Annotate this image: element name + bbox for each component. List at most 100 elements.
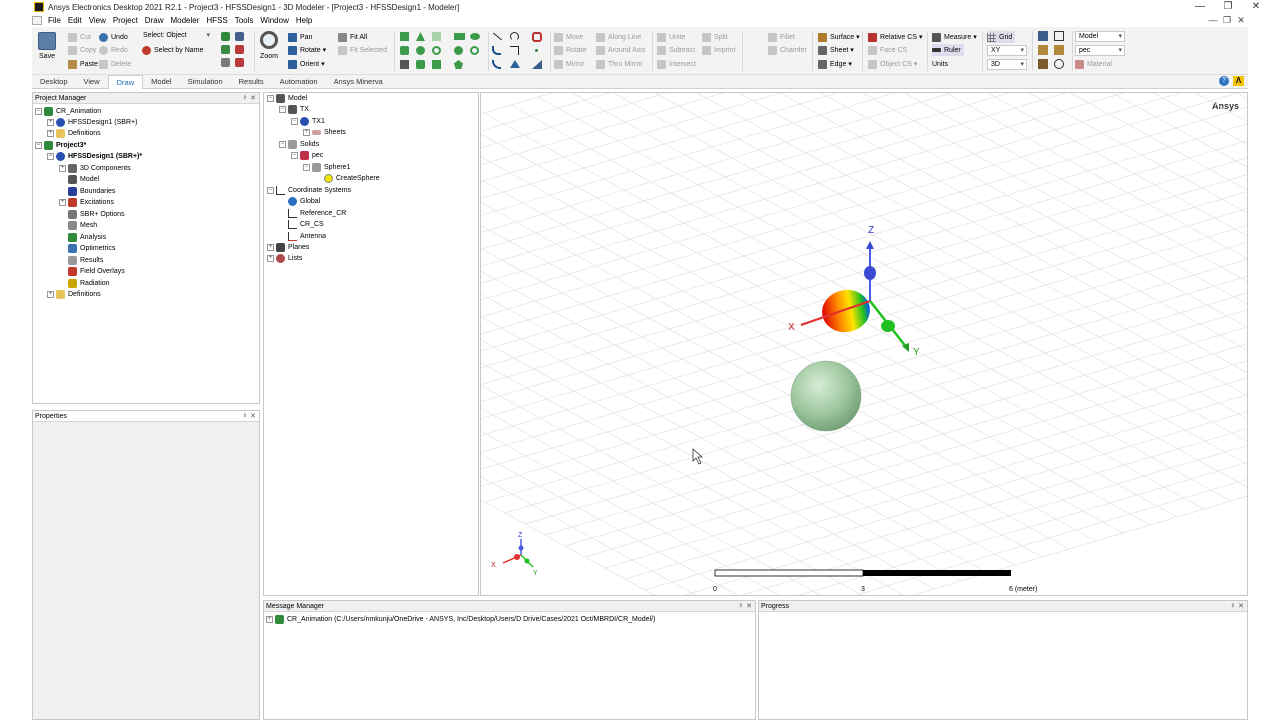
panel-controls[interactable]: ᵖ ✕ <box>740 601 752 612</box>
split-button[interactable]: Split <box>702 31 728 43</box>
zoom-button[interactable]: Zoom <box>260 31 278 60</box>
menu-project[interactable]: Project <box>113 16 138 25</box>
line-icon[interactable] <box>492 32 503 41</box>
panel-controls[interactable]: ᵖ ✕ <box>244 411 256 422</box>
rotate-view-button[interactable]: Rotate ▾ <box>288 44 326 56</box>
cut-button[interactable]: Cut <box>68 31 91 43</box>
copy-button[interactable]: Copy <box>68 44 96 56</box>
select-by-name-button[interactable]: Select by Name <box>142 44 203 56</box>
snap-edge-icon[interactable] <box>1038 45 1048 55</box>
tree-item-global[interactable]: Global <box>279 196 320 207</box>
radiation-pattern[interactable] <box>819 286 874 336</box>
collapse-icon[interactable]: − <box>291 118 298 125</box>
tree-item-tx1[interactable]: − TX1 <box>291 116 325 127</box>
maximize-button[interactable]: ❐ <box>1214 0 1242 14</box>
point-icon[interactable] <box>535 49 538 52</box>
spline-icon[interactable] <box>492 46 501 55</box>
expand-icon[interactable]: + <box>267 255 274 262</box>
mdi-close-button[interactable]: ✕ <box>1234 14 1248 27</box>
expand-icon[interactable]: + <box>47 130 54 137</box>
select-mode-dropdown[interactable]: Select: Object <box>140 31 212 42</box>
tree-item-project3[interactable]: − Project3* <box>35 140 86 151</box>
select-tool-icon[interactable] <box>221 45 230 54</box>
tab-model[interactable]: Model <box>143 75 179 89</box>
undo-button[interactable]: Undo <box>99 31 128 43</box>
tree-item-model[interactable]: Model <box>59 174 99 185</box>
polyhedron-icon[interactable] <box>416 60 425 69</box>
center-point-arc-icon[interactable] <box>492 60 501 69</box>
relative-cs-menu[interactable]: Relative CS ▾ <box>868 31 922 43</box>
select-tool-icon[interactable] <box>221 58 230 67</box>
move-button[interactable]: Move <box>554 31 583 43</box>
collapse-icon[interactable]: − <box>279 106 286 113</box>
menu-tools[interactable]: Tools <box>235 16 254 25</box>
sheet-menu[interactable]: Sheet ▾ <box>818 44 854 56</box>
imprint-button[interactable]: Imprint <box>702 44 735 56</box>
tree-item-3d-components[interactable]: +3D Components <box>59 163 131 174</box>
tree-item-reference-cr[interactable]: Reference_CR <box>279 208 346 219</box>
select-tool-icon[interactable] <box>221 32 230 41</box>
collapse-icon[interactable]: − <box>267 187 274 194</box>
tree-item-tx[interactable]: − TX <box>279 104 309 115</box>
tree-item-definitions[interactable]: + Definitions <box>47 128 101 139</box>
helix-icon[interactable] <box>432 32 441 41</box>
delete-button[interactable]: Delete <box>99 58 131 70</box>
menu-file[interactable]: File <box>48 16 61 25</box>
help-icon[interactable]: ? <box>1219 76 1229 86</box>
object-cs-menu[interactable]: Object CS ▾ <box>868 58 917 70</box>
cone-icon[interactable] <box>416 32 425 41</box>
snap-center-icon[interactable] <box>1038 59 1048 69</box>
expand-icon[interactable]: + <box>47 291 54 298</box>
mdi-minimize-button[interactable]: — <box>1206 14 1220 27</box>
tree-item-solids[interactable]: − Solids <box>279 139 319 150</box>
menu-view[interactable]: View <box>89 16 106 25</box>
box-icon[interactable] <box>400 32 409 41</box>
tree-item-model-root[interactable]: − Model <box>267 93 307 104</box>
tree-item-analysis[interactable]: Analysis <box>59 232 106 243</box>
arc-icon[interactable] <box>510 32 519 41</box>
select-tool-icon[interactable] <box>235 32 244 41</box>
tree-item-pec[interactable]: − pec <box>291 150 323 161</box>
pin-icon[interactable]: ᵖ <box>244 95 247 102</box>
expand-icon[interactable]: + <box>266 616 273 623</box>
tab-automation[interactable]: Automation <box>272 75 326 89</box>
subtract-button[interactable]: Subtract <box>657 44 695 56</box>
expand-icon[interactable]: + <box>47 119 54 126</box>
tree-item-results[interactable]: Results <box>59 255 103 266</box>
tree-item-planes[interactable]: + Planes <box>267 242 309 253</box>
pin-icon[interactable]: ᵖ <box>1232 603 1235 610</box>
orient-button[interactable]: Orient ▾ <box>288 58 325 70</box>
dimension-dropdown[interactable]: 3D <box>987 59 1027 70</box>
pin-icon[interactable]: ᵖ <box>244 413 247 420</box>
select-tool-icon[interactable] <box>235 45 244 54</box>
cylinder-icon[interactable] <box>400 46 409 55</box>
collapse-icon[interactable]: − <box>47 153 54 160</box>
menu-help[interactable]: Help <box>296 16 312 25</box>
scene-canvas[interactable]: Z X Y Z X Y 0 3 6 (meter) <box>481 93 1248 596</box>
unite-button[interactable]: Unite <box>657 31 685 43</box>
pan-button[interactable]: Pan <box>288 31 312 43</box>
tab-results[interactable]: Results <box>231 75 272 89</box>
menu-modeler[interactable]: Modeler <box>170 16 199 25</box>
snap-grid-icon[interactable] <box>1038 31 1048 41</box>
equation-curve-icon[interactable] <box>510 46 519 55</box>
snap-vertex-icon[interactable] <box>1054 31 1064 41</box>
chamfer-button[interactable]: Chamfer <box>768 44 807 56</box>
fit-selected-button[interactable]: Fit Selected <box>338 44 387 56</box>
thru-mirror-button[interactable]: Thru Mirror <box>596 58 643 70</box>
segment-icon[interactable] <box>510 60 520 68</box>
rectangle-icon[interactable] <box>454 33 465 40</box>
minimize-button[interactable]: — <box>1186 0 1214 14</box>
sphere-object[interactable] <box>790 360 862 432</box>
around-axis-button[interactable]: Around Axis <box>596 44 645 56</box>
close-panel-icon[interactable]: ✕ <box>746 603 752 610</box>
expand-icon[interactable]: + <box>267 244 274 251</box>
ruler-button[interactable]: Ruler <box>932 44 964 56</box>
panel-controls[interactable]: ᵖ ✕ <box>244 93 256 104</box>
edge-menu[interactable]: Edge ▾ <box>818 58 852 70</box>
surface-menu[interactable]: Surface ▾ <box>818 31 860 43</box>
polygon-icon[interactable] <box>454 60 463 69</box>
paste-button[interactable]: Paste <box>68 58 98 70</box>
tree-item-definitions-2[interactable]: + Definitions <box>47 289 101 300</box>
redo-button[interactable]: Redo <box>99 44 128 56</box>
